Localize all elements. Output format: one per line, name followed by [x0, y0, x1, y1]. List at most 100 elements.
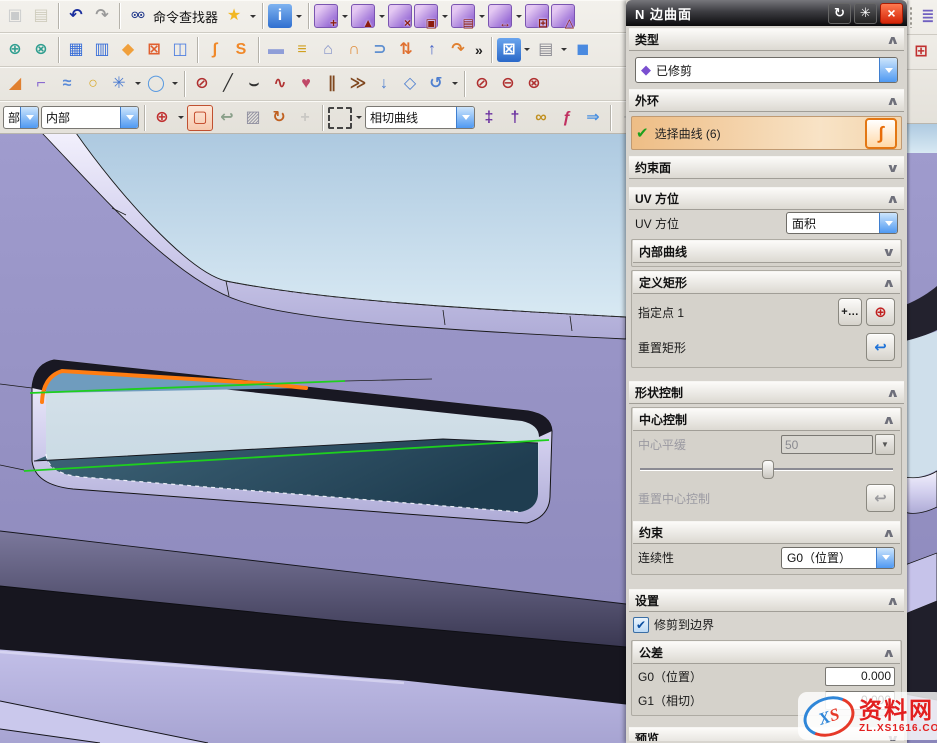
type-combo[interactable]: ◆ 已修剪 — [635, 57, 898, 83]
extrude-face-icon[interactable]: ↑ — [420, 38, 444, 62]
silhouette-caret[interactable] — [133, 79, 142, 88]
stop-at-intersection-icon[interactable]: ‡ — [477, 106, 501, 130]
closed-spline-icon[interactable]: ♥ — [294, 72, 318, 96]
command-finder-icon[interactable]: ⊙⊙ — [125, 4, 149, 28]
select-curve-row[interactable]: ✔ 选择曲线 (6) ∫ — [631, 116, 902, 150]
curve-select-button[interactable]: ∫ — [865, 118, 897, 149]
dropdown-arrow-icon[interactable] — [879, 58, 897, 82]
bend-icon[interactable]: ↷ — [446, 38, 470, 62]
translucency-icon[interactable]: △ — [551, 4, 575, 28]
dialog-titlebar[interactable]: N 边曲面 ↻ ✳ × — [626, 0, 907, 26]
snap-point-filter-icon[interactable]: ⊕ — [150, 106, 174, 130]
move-object-icon[interactable]: + — [314, 4, 338, 28]
studio-spline-icon[interactable]: ∿ — [268, 72, 292, 96]
dropdown-arrow-icon[interactable] — [20, 107, 38, 128]
toolbar-overflow[interactable]: » — [472, 42, 486, 58]
center-flat-field[interactable]: 50 — [781, 435, 873, 454]
measure-caret[interactable] — [514, 12, 523, 21]
snap-point-caret[interactable] — [176, 113, 185, 122]
mirror-feature-icon[interactable]: ▥ — [90, 38, 114, 62]
point-dialog-button[interactable]: +… — [838, 298, 862, 326]
arc-icon[interactable]: ⌣ — [242, 72, 266, 96]
group-outer-loop[interactable]: 外环 ∧ — [629, 89, 904, 112]
curve-rule-combo[interactable]: 相切曲线 — [365, 106, 475, 129]
stop-short-icon[interactable]: † — [503, 106, 527, 130]
curve-corner-icon[interactable]: ⊗ — [522, 72, 546, 96]
paste-icon[interactable]: ▤ — [29, 4, 53, 28]
join-face-icon[interactable]: ⊃ — [368, 38, 392, 62]
show-adjacent-caret[interactable] — [477, 12, 486, 21]
display-mode-caret[interactable] — [560, 45, 569, 54]
shell-icon[interactable]: ⌂ — [316, 38, 340, 62]
measure-icon[interactable]: ↔ — [488, 4, 512, 28]
copy-display-icon[interactable]: ▣ — [414, 4, 438, 28]
g0-field[interactable]: 0.000 — [825, 667, 895, 686]
dropdown-arrow-icon[interactable] — [876, 548, 894, 568]
move-object-caret[interactable] — [340, 12, 349, 21]
trim-boundary-row[interactable]: ✔ 修剪到边界 — [629, 612, 904, 637]
center-flat-slider[interactable] — [632, 458, 901, 480]
marquee-caret[interactable] — [354, 113, 363, 122]
slider-thumb[interactable] — [762, 460, 774, 479]
thicken-sheet-icon[interactable]: ⇅ — [394, 38, 418, 62]
spinner-down-icon[interactable]: ▼ — [875, 434, 895, 455]
copy-display-caret[interactable] — [440, 12, 449, 21]
redo-icon[interactable]: ↷ — [90, 4, 114, 28]
offset-3d-curve-icon[interactable]: ≫ — [346, 72, 370, 96]
dropdown-arrow-icon[interactable] — [879, 213, 897, 233]
subtract-icon[interactable]: ⊗ — [29, 38, 53, 62]
info-icon[interactable]: i — [268, 4, 292, 28]
rotate-point-icon[interactable]: ↻ — [267, 106, 291, 130]
dialog-settings-button[interactable]: ✳ — [854, 3, 877, 24]
orient-view-caret[interactable] — [377, 12, 386, 21]
group-constraint-faces[interactable]: 约束面 ∨ — [629, 156, 904, 179]
uv-combo[interactable]: 面积 — [786, 212, 898, 234]
erase-highlight-icon[interactable]: ▨ — [241, 106, 265, 130]
shaded-view-icon[interactable]: ◼ — [571, 38, 595, 62]
bounded-plane-icon[interactable]: ◆ — [116, 38, 140, 62]
group-constraint[interactable]: 约束 ∧ — [633, 521, 900, 544]
dome-icon[interactable]: ∩ — [342, 38, 366, 62]
info-caret[interactable] — [294, 12, 303, 21]
profile-point-icon[interactable]: ⊘ — [190, 72, 214, 96]
fit-window-icon[interactable]: ⊠ — [497, 38, 521, 62]
ribbon-surface-icon[interactable]: ≈ — [55, 72, 79, 96]
reset-rectangle-button[interactable]: ↩ — [866, 333, 895, 361]
pan-hand-icon[interactable]: + — [293, 106, 317, 130]
line-icon[interactable]: ╱ — [216, 72, 240, 96]
group-settings[interactable]: 设置 ∧ — [629, 589, 904, 612]
scope-filter-combo[interactable]: 内部 — [41, 106, 139, 129]
group-uv-orientation[interactable]: UV 方位 ∧ — [629, 187, 904, 210]
offset-surface-icon[interactable]: ≡ — [290, 38, 314, 62]
dialog-reset-button[interactable]: ↻ — [828, 3, 851, 24]
hide-object-icon[interactable]: × — [388, 4, 412, 28]
proceed-arrow-icon[interactable]: ⇒ — [581, 106, 605, 130]
flange-icon[interactable]: S — [229, 38, 253, 62]
undo-icon[interactable]: ↶ — [64, 4, 88, 28]
slider-track[interactable] — [640, 468, 893, 471]
combine-projection-icon[interactable]: ◇ — [398, 72, 422, 96]
follow-fillet-icon[interactable]: ƒ — [555, 106, 579, 130]
favorites-caret[interactable] — [248, 12, 257, 21]
dialog-close-button[interactable]: × — [880, 3, 903, 24]
tube-on-profile-icon[interactable]: ○ — [81, 72, 105, 96]
display-mode-icon[interactable]: ▤ — [534, 38, 558, 62]
trimmed-sheet-icon[interactable]: ▬ — [264, 38, 288, 62]
group-type[interactable]: 类型 ∧ — [629, 28, 904, 51]
project-curve-icon[interactable]: ↓ — [372, 72, 396, 96]
wrap-curve-icon[interactable]: ↺ — [424, 72, 448, 96]
dropdown-arrow-icon[interactable] — [120, 107, 138, 128]
group-define-rectangle[interactable]: 定义矩形 ∧ — [633, 271, 900, 294]
chain-curves-icon[interactable]: ∞ — [529, 106, 553, 130]
split-body-icon[interactable]: ◫ — [168, 38, 192, 62]
corner-blend-icon[interactable]: ◢ — [3, 72, 27, 96]
type-filter-combo-cut[interactable]: 部 — [3, 106, 39, 129]
group-center-control[interactable]: 中心控制 ∧ — [633, 408, 900, 431]
show-adjacent-icon[interactable]: ▤ — [451, 4, 475, 28]
silhouette-flange-icon[interactable]: ✳ — [107, 72, 131, 96]
bracket-sweep-icon[interactable]: ⌐ — [29, 72, 53, 96]
fit-window-caret[interactable] — [523, 45, 532, 54]
group-shape-control[interactable]: 形状控制 ∧ — [629, 381, 904, 404]
group-tolerance[interactable]: 公差 ∧ — [633, 641, 900, 664]
group-inner-curves[interactable]: 内部曲线 ∨ — [633, 240, 900, 263]
